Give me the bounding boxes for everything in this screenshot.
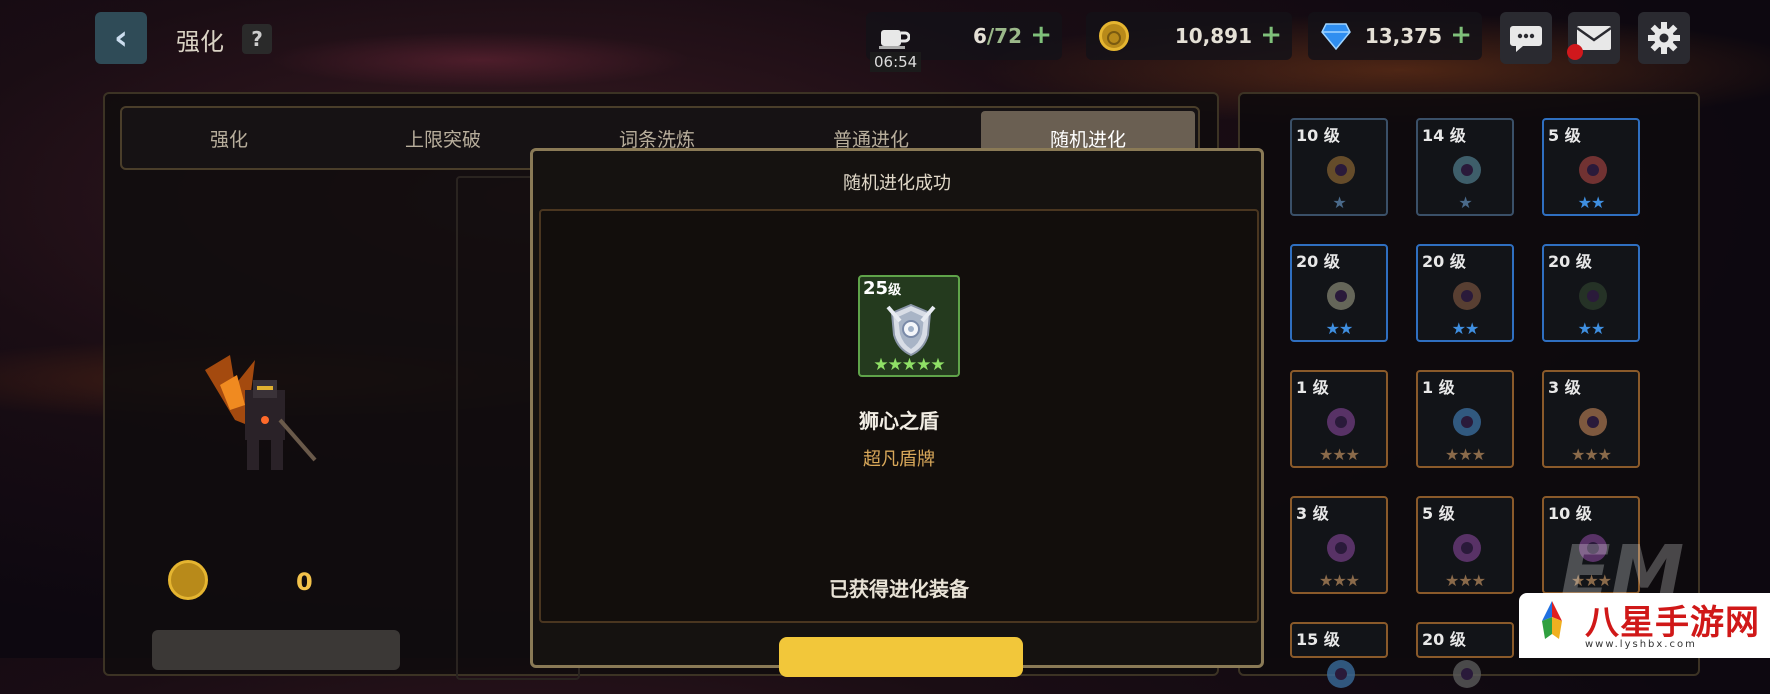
slot-stars: ★★★ [1444, 445, 1486, 464]
slot-level: 1 级 [1296, 378, 1329, 397]
site-watermark: 八星手游网 www.lyshbx.com [1519, 593, 1770, 658]
slot-stars: ★★ [1325, 319, 1354, 338]
slot-level: 20 级 [1422, 252, 1466, 271]
gold-counter: 10,891 + [1086, 12, 1292, 60]
dialog-content: 25级 ★★★★★ 狮心之盾 超凡盾牌 已获得进化装备 [539, 209, 1259, 623]
equipment-icon [1327, 156, 1355, 184]
equipment-icon [1579, 156, 1607, 184]
inventory-slot[interactable]: 10 级 ★ [1290, 118, 1388, 216]
evolve-success-dialog: 随机进化成功 25级 ★★★★★ 狮心之盾 超凡盾牌 已获得进化装备 [530, 148, 1264, 677]
inventory-slot[interactable]: 20 级 [1416, 622, 1514, 688]
slot-level: 15 级 [1296, 630, 1340, 649]
slot-level: 20 级 [1422, 630, 1466, 649]
evolved-item-card[interactable]: 25级 ★★★★★ [858, 275, 960, 377]
notification-dot [1567, 44, 1583, 60]
site-logo-icon [1542, 601, 1562, 639]
add-gold-button[interactable]: + [1260, 20, 1282, 50]
stamina-max: /72 [986, 24, 1022, 48]
slot-stars: ★ [1458, 193, 1472, 212]
slot-level: 5 级 [1422, 504, 1455, 523]
enhance-action-button[interactable] [152, 630, 400, 670]
inventory-slot[interactable]: 3 级 ★★★ [1290, 496, 1388, 594]
equipment-icon [1453, 534, 1481, 562]
stamina-timer: 06:54 [870, 52, 922, 72]
slot-level: 10 级 [1296, 126, 1340, 145]
slot-level: 1 级 [1422, 378, 1455, 397]
help-button[interactable]: ? [242, 24, 272, 54]
inventory-slot[interactable]: 5 级 ★★★ [1416, 496, 1514, 594]
slot-stars: ★★★ [1318, 571, 1360, 590]
slot-level: 3 级 [1296, 504, 1329, 523]
inventory-slot[interactable]: 1 级 ★★★ [1416, 370, 1514, 468]
inventory-slot[interactable]: 14 级 ★ [1416, 118, 1514, 216]
slot-level: 3 级 [1548, 378, 1581, 397]
slot-stars: ★ [1332, 193, 1346, 212]
item-name: 狮心之盾 [859, 409, 939, 433]
inventory-slot[interactable]: 20 级 ★★ [1542, 244, 1640, 342]
slot-stars: ★★★ [1318, 445, 1360, 464]
coffee-cup-icon [876, 18, 912, 54]
item-stars: ★★★★★ [873, 355, 945, 375]
stamina-current: 6 [972, 24, 987, 48]
inventory-slot[interactable]: 1 级 ★★★ [1290, 370, 1388, 468]
add-stamina-button[interactable]: + [1030, 20, 1052, 50]
gem-value: 13,375 [1364, 24, 1442, 48]
inventory-slot[interactable]: 20 级 ★★ [1416, 244, 1514, 342]
page-title: 强化 [176, 28, 224, 56]
slot-stars: ★★ [1577, 319, 1606, 338]
slot-level: 20 级 [1548, 252, 1592, 271]
inventory-slot[interactable]: 20 级 ★★ [1290, 244, 1388, 342]
enhance-cost-value: 0 [296, 568, 313, 596]
inventory-slot[interactable]: 3 级 ★★★ [1542, 370, 1640, 468]
chevron-left-icon: ‹ [113, 18, 128, 58]
watermark-brand: 八星手游网 [1585, 603, 1760, 643]
slot-stars: ★★ [1451, 319, 1480, 338]
back-button[interactable]: ‹ [95, 12, 147, 64]
tab-limit-break[interactable]: 上限突破 [336, 108, 550, 168]
item-type: 超凡盾牌 [863, 449, 935, 470]
equipment-icon [1327, 408, 1355, 436]
settings-button[interactable] [1638, 12, 1690, 64]
equipment-icon [1453, 156, 1481, 184]
add-gem-button[interactable]: + [1450, 20, 1472, 50]
equipment-icon [1453, 408, 1481, 436]
tab-enhance[interactable]: 强化 [122, 108, 336, 168]
dialog-title: 随机进化成功 [843, 173, 951, 194]
inventory-slot[interactable]: 15 级 [1290, 622, 1388, 688]
item-level: 25级 [863, 278, 902, 299]
gold-coin-icon [1096, 18, 1132, 54]
slot-stars: ★★ [1577, 193, 1606, 212]
slot-level: 5 级 [1548, 126, 1581, 145]
slot-stars: ★★★ [1570, 445, 1612, 464]
slot-stars: ★★★ [1444, 571, 1486, 590]
confirm-button[interactable] [779, 637, 1023, 677]
gear-icon [1648, 22, 1680, 54]
chat-bubble-icon [1510, 26, 1542, 52]
equipment-icon [1453, 282, 1481, 310]
diamond-icon [1318, 18, 1354, 54]
slot-level: 20 级 [1296, 252, 1340, 271]
watermark-url: www.lyshbx.com [1585, 639, 1697, 650]
chat-button[interactable] [1500, 12, 1552, 64]
equipment-icon [1327, 534, 1355, 562]
gem-counter: 13,375 + [1308, 12, 1482, 60]
inventory-slot[interactable]: 5 级 ★★ [1542, 118, 1640, 216]
equipment-icon [1579, 408, 1607, 436]
slot-level: 10 级 [1548, 504, 1592, 523]
shield-icon [886, 303, 936, 357]
obtained-message: 已获得进化装备 [829, 577, 969, 601]
equipment-icon [1327, 282, 1355, 310]
slot-level: 14 级 [1422, 126, 1466, 145]
gold-coin-icon [168, 560, 208, 600]
character-sprite [205, 355, 317, 470]
equipment-icon [1579, 282, 1607, 310]
equipment-icon [1453, 660, 1481, 688]
equipment-icon [1327, 660, 1355, 688]
gold-value: 10,891 [1174, 24, 1252, 48]
